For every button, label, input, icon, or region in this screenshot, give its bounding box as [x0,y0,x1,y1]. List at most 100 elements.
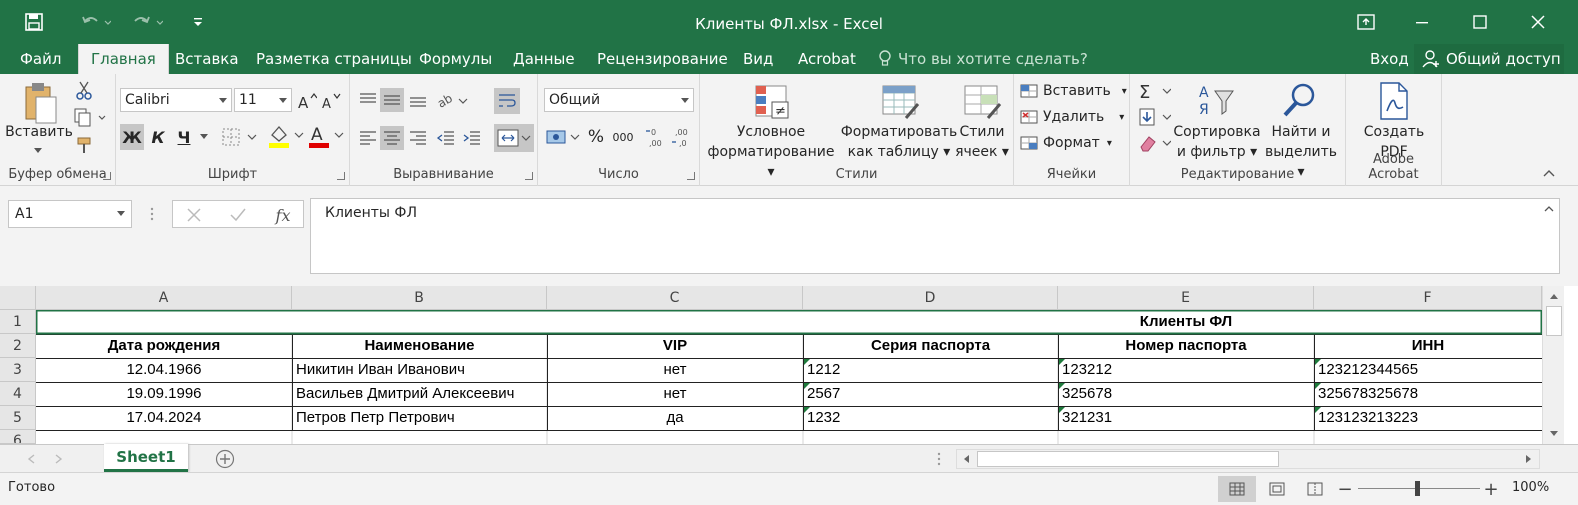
cell-birth-date[interactable]: 12.04.1966 [36,358,292,382]
tab-acrobat[interactable]: Acrobat [786,44,868,74]
cell-name[interactable]: Никитин Иван Иванович [292,358,547,382]
paste-icon[interactable] [18,80,62,126]
increase-indent-icon[interactable] [460,126,484,150]
text-number-indicator[interactable] [1315,383,1321,389]
copy-icon[interactable] [72,106,108,128]
font-color-icon[interactable]: A [306,122,346,150]
font-launcher-icon[interactable] [337,172,345,180]
orientation-icon[interactable]: ab [436,88,470,112]
cancel-entry-icon[interactable] [183,204,205,226]
minimize-icon[interactable] [1394,0,1450,44]
alignment-launcher-icon[interactable] [525,172,533,180]
tab-page-layout[interactable]: Разметка страницы [244,44,424,74]
find-select-line1[interactable]: Найти и [1260,122,1342,142]
collapse-formula-bar-icon[interactable] [1542,204,1556,214]
cell-passport-number[interactable]: 321231 [1058,406,1314,430]
sort-filter-line2[interactable]: и фильтр ▾ [1170,142,1264,162]
cell-birth-date[interactable]: 17.04.2024 [36,406,292,430]
text-number-indicator[interactable] [1315,359,1321,365]
column-header-b[interactable]: B [292,286,547,310]
column-header-c[interactable]: C [547,286,803,310]
text-number-indicator[interactable] [804,359,810,365]
paste-button[interactable]: Вставить [4,122,74,142]
header-passport-number[interactable]: Номер паспорта [1058,334,1314,358]
text-number-indicator[interactable] [1315,407,1321,413]
bold-button[interactable]: Ж [120,124,144,150]
format-cells-button[interactable]: Формат ▾ [1020,132,1112,154]
cell-name[interactable]: Петров Петр Петрович [292,406,547,430]
cell-inn[interactable]: 123212344565 [1314,358,1542,382]
confirm-entry-icon[interactable] [227,204,249,226]
page-break-view-icon[interactable] [1300,476,1330,502]
cell-vip[interactable]: нет [547,382,803,406]
number-format-combo[interactable]: Общий [544,88,694,112]
autosum-icon[interactable]: Σ [1136,80,1172,102]
column-header-f[interactable]: F [1314,286,1542,310]
name-box[interactable]: A1 [8,200,132,228]
cut-icon[interactable] [74,80,94,102]
cell-vip[interactable]: нет [547,358,803,382]
percent-style-icon[interactable]: % [584,124,608,150]
scroll-right-icon[interactable] [1525,454,1533,464]
tab-data[interactable]: Данные [501,44,587,74]
zoom-out-icon[interactable]: − [1337,479,1352,500]
header-name[interactable]: Наименование [292,334,547,358]
increase-font-icon[interactable]: A [296,90,318,112]
close-icon[interactable] [1510,0,1566,44]
decrease-decimal-icon[interactable]: ,00,0 [670,124,694,150]
conditional-formatting-icon[interactable]: ≠ [750,80,794,124]
tab-split-handle-icon[interactable] [934,451,944,467]
cell-sheet-title[interactable]: Клиенты ФЛ [1058,310,1314,334]
font-size-combo[interactable]: 11 [234,88,292,112]
align-right-icon[interactable] [406,126,430,150]
column-header-d[interactable]: D [803,286,1058,310]
format-painter-icon[interactable] [74,134,96,156]
next-sheet-icon[interactable] [52,451,66,467]
header-vip[interactable]: VIP [547,334,803,358]
format-as-table-line1[interactable]: Форматировать [838,122,960,142]
clipboard-launcher-icon[interactable] [103,172,111,180]
sign-in-link[interactable]: Вход [1370,44,1409,74]
underline-dropdown-icon[interactable] [198,130,210,142]
cell-styles-icon[interactable] [960,80,1004,124]
paste-dropdown-icon[interactable] [32,146,44,154]
cell-inn[interactable]: 123123213223 [1314,406,1542,430]
share-button[interactable]: Общий доступ [1414,44,1564,74]
delete-cells-button[interactable]: Удалить ▾ [1020,106,1124,128]
text-number-indicator[interactable] [1059,383,1065,389]
comma-style-icon[interactable]: 000 [610,124,636,150]
find-select-icon[interactable] [1278,80,1320,122]
italic-button[interactable]: К [146,124,170,150]
tab-file[interactable]: Файл [8,44,73,74]
tab-home[interactable]: Главная [78,44,169,74]
tab-review[interactable]: Рецензирование [585,44,740,74]
borders-icon[interactable] [220,124,260,150]
vertical-scroll-thumb[interactable] [1546,306,1562,336]
number-launcher-icon[interactable] [687,172,695,180]
align-bottom-icon[interactable] [406,88,430,112]
align-center-icon[interactable] [380,126,404,150]
accounting-format-icon[interactable] [544,124,582,150]
cell-passport-series[interactable]: 2567 [803,382,1058,406]
tab-insert[interactable]: Вставка [163,44,251,74]
decrease-font-icon[interactable]: A [320,90,342,112]
format-as-table-icon[interactable] [878,80,922,124]
tab-view[interactable]: Вид [731,44,785,74]
row-header-4[interactable]: 4 [0,382,36,406]
zoom-level[interactable]: 100% [1512,473,1549,503]
normal-view-icon[interactable] [1218,476,1256,502]
merge-center-icon[interactable] [494,124,534,152]
tab-formulas[interactable]: Формулы [407,44,504,74]
cell-name[interactable]: Васильев Дмитрий Алексеевич [292,382,547,406]
maximize-icon[interactable] [1452,0,1508,44]
wrap-text-icon[interactable] [494,88,520,114]
row-header-1[interactable]: 1 [0,310,36,334]
clear-icon[interactable] [1136,132,1172,154]
vertical-scrollbar[interactable] [1542,286,1564,444]
scroll-down-icon[interactable] [1549,430,1559,438]
column-header-a[interactable]: A [36,286,292,310]
row-header-3[interactable]: 3 [0,358,36,382]
tell-me-search[interactable]: Что вы хотите сделать? [878,44,1088,74]
formula-input[interactable]: Клиенты ФЛ [310,198,1560,274]
sort-filter-icon[interactable]: АЯ [1196,80,1238,122]
